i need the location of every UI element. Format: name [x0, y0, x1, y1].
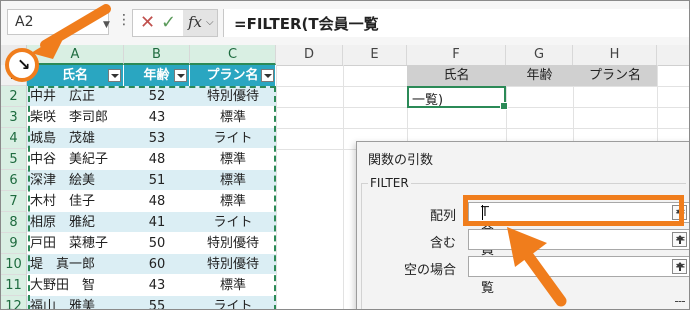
arrow-to-corner-icon [31, 4, 111, 59]
annotation-arrows [31, 4, 567, 307]
excel-window: A2 ▼ ⋮ ✕ ✓ fx ⌵ =FILTER(T会員一覧 A B C D E … [0, 0, 690, 310]
arrow-to-array-input-icon [507, 227, 567, 307]
